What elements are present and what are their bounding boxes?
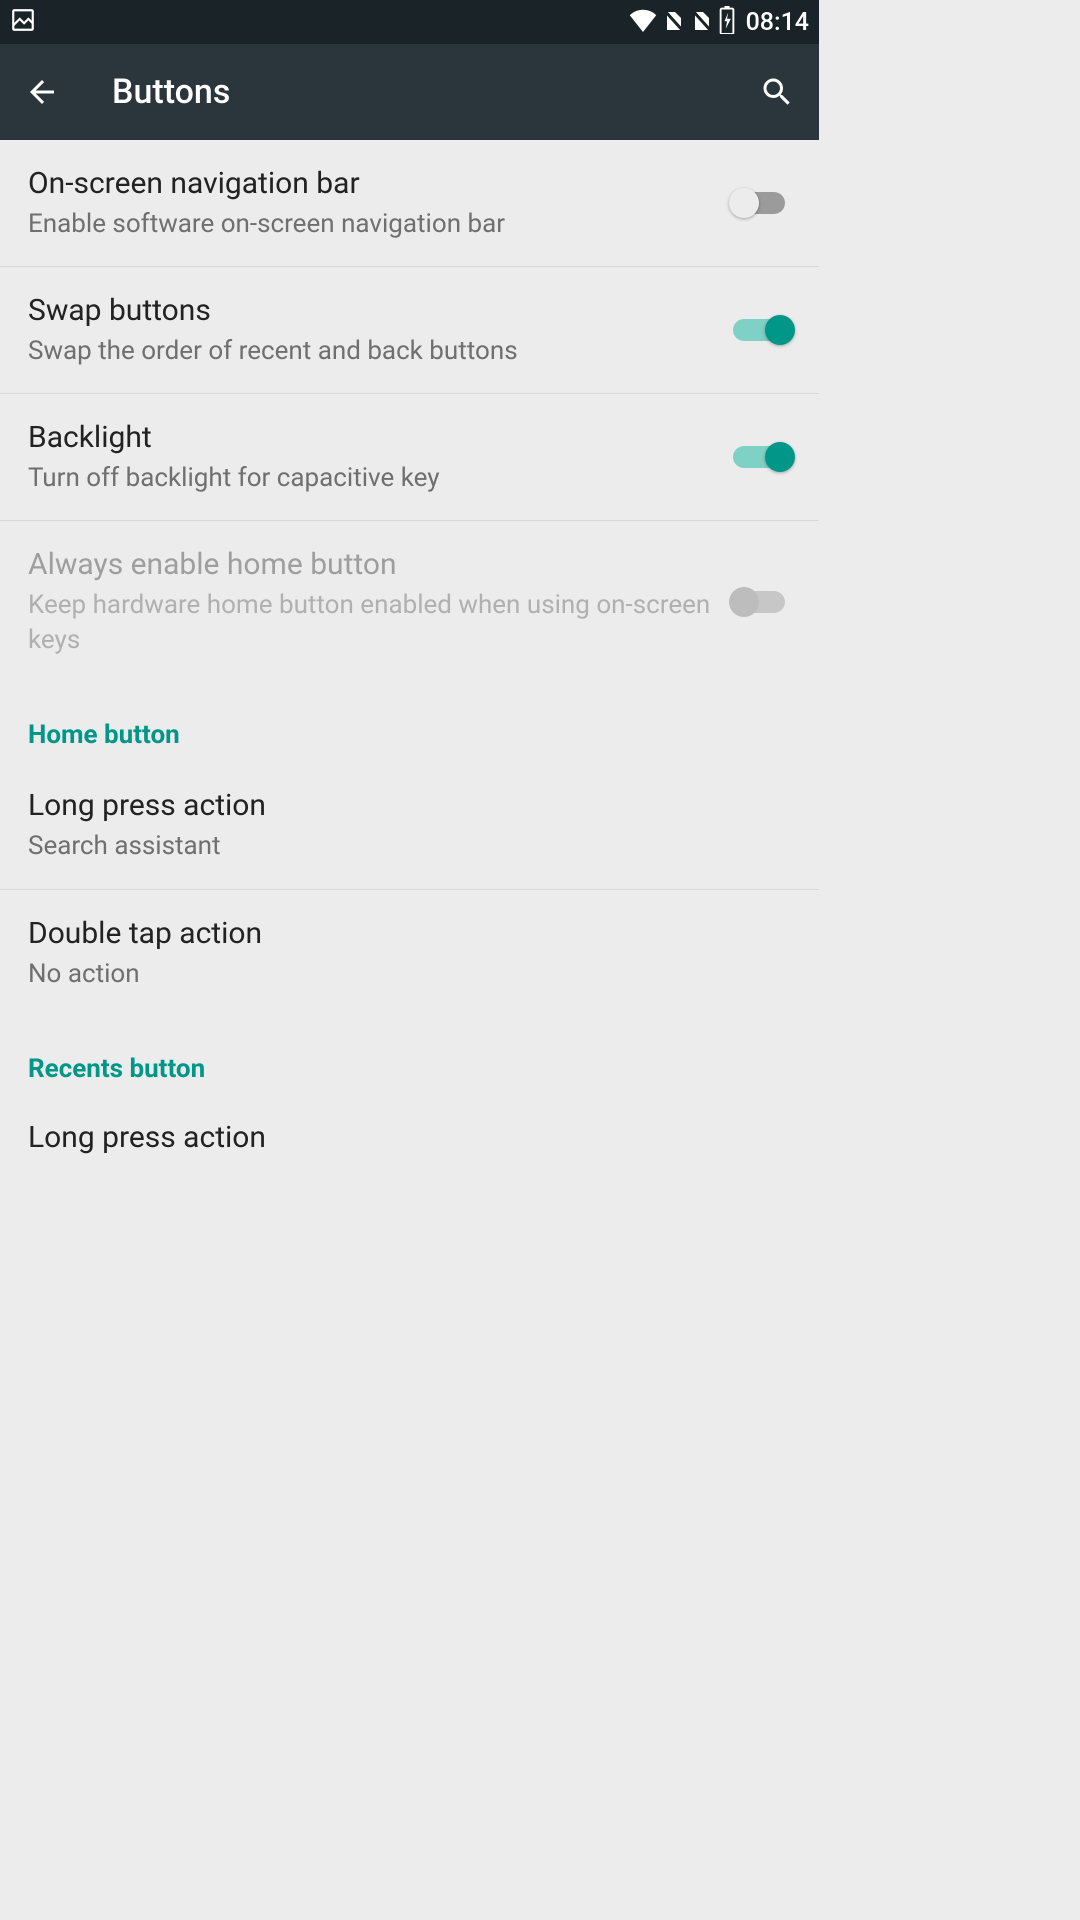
setting-title: Swap buttons: [28, 291, 713, 330]
back-button[interactable]: [18, 68, 66, 116]
app-bar: Buttons: [0, 44, 819, 140]
setting-recents-long-press[interactable]: Long press action: [0, 1096, 819, 1155]
settings-list[interactable]: On-screen navigation bar Enable software…: [0, 140, 819, 1155]
switch-onscreen-nav[interactable]: [733, 185, 791, 221]
setting-subtitle: Turn off backlight for capacitive key: [28, 461, 713, 496]
setting-always-home: Always enable home button Keep hardware …: [0, 521, 819, 682]
status-bar: 08:14: [0, 0, 819, 44]
status-right: 08:14: [628, 6, 809, 38]
status-left: [10, 7, 36, 37]
setting-text: Always enable home button Keep hardware …: [28, 545, 733, 658]
section-header-recents: Recents button: [0, 1016, 819, 1096]
setting-title: Long press action: [28, 786, 771, 825]
setting-subtitle: Swap the order of recent and back button…: [28, 334, 713, 369]
setting-title: Backlight: [28, 418, 713, 457]
battery-charging-icon: [718, 6, 736, 38]
wifi-icon: [628, 8, 658, 36]
setting-text: Swap buttons Swap the order of recent an…: [28, 291, 733, 369]
setting-subtitle: Keep hardware home button enabled when u…: [28, 588, 713, 658]
status-time: 08:14: [746, 8, 809, 37]
setting-text: Long press action Search assistant: [28, 786, 791, 864]
switch-swap-buttons[interactable]: [733, 312, 791, 348]
setting-text: Double tap action No action: [28, 914, 791, 992]
setting-value: Search assistant: [28, 829, 771, 864]
section-header-home: Home button: [0, 682, 819, 762]
setting-title: Long press action: [28, 1120, 791, 1155]
no-sim-icon-2: [690, 7, 714, 37]
setting-title: Always enable home button: [28, 545, 713, 584]
no-sim-icon-1: [662, 7, 686, 37]
setting-text: Backlight Turn off backlight for capacit…: [28, 418, 733, 496]
setting-text: On-screen navigation bar Enable software…: [28, 164, 733, 242]
setting-onscreen-nav[interactable]: On-screen navigation bar Enable software…: [0, 140, 819, 267]
switch-backlight[interactable]: [733, 439, 791, 475]
setting-title: Double tap action: [28, 914, 771, 953]
image-icon: [10, 7, 36, 37]
setting-home-long-press[interactable]: Long press action Search assistant: [0, 762, 819, 889]
setting-backlight[interactable]: Backlight Turn off backlight for capacit…: [0, 394, 819, 521]
page-title: Buttons: [112, 72, 753, 112]
setting-value: No action: [28, 957, 771, 992]
setting-subtitle: Enable software on-screen navigation bar: [28, 207, 713, 242]
setting-swap-buttons[interactable]: Swap buttons Swap the order of recent an…: [0, 267, 819, 394]
setting-title: On-screen navigation bar: [28, 164, 713, 203]
search-button[interactable]: [753, 68, 801, 116]
setting-home-double-tap[interactable]: Double tap action No action: [0, 890, 819, 1016]
switch-always-home: [733, 584, 791, 620]
